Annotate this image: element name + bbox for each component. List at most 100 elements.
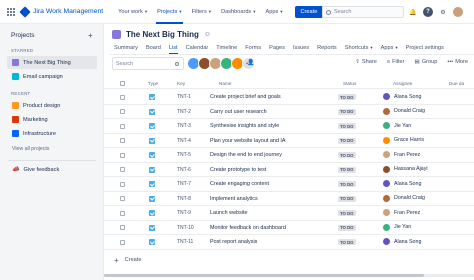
assignee[interactable]: Grace Harris [383,136,424,144]
status-badge[interactable]: TO DO [338,195,356,202]
tab-reports[interactable]: Reports [313,42,341,53]
issue-summary[interactable]: Create engaging content [210,181,269,187]
tab-project-settings[interactable]: Project settings [402,42,448,53]
assignee[interactable]: Alana Song [383,93,421,100]
sidebar-item-marketing[interactable]: Marketing [7,113,97,126]
help-icon[interactable]: ? [423,7,433,17]
table-row[interactable]: TNT-10 Monitor feedback on dashboard TO DO… [104,221,474,235]
tab-list[interactable]: List [165,42,182,54]
table-row[interactable]: TNT-1 Create project brief and goals TO DO… [104,90,474,105]
people-icon[interactable]: ⚇ [205,32,210,38]
table-row[interactable]: TNT-4 Plan your website layout and IA TO D… [104,134,474,148]
assignee[interactable]: Fran Perez [383,209,420,216]
assignee[interactable]: Fran Perez [383,151,420,158]
sidebar-item-infrastructure[interactable]: Infrastructure [7,127,97,140]
row-checkbox[interactable] [120,109,125,114]
give-feedback-button[interactable]: 📣 Give feedback [7,163,97,176]
issue-summary[interactable]: Launch website [210,210,247,216]
sidebar-item-product-design[interactable]: Product design [7,99,97,112]
status-badge[interactable]: TO DO [338,224,356,231]
select-all-checkbox[interactable] [120,81,125,86]
add-project-icon[interactable]: + [88,31,93,40]
filter-button[interactable]: ≡ Filter [387,59,405,65]
horizontal-scrollbar[interactable] [104,274,474,277]
table-row[interactable]: TNT-6 Create prototype to test TO DO Hassan… [104,163,474,177]
issue-key[interactable]: TNT-7 [177,181,191,187]
notifications-bell-icon[interactable]: 🔔 [408,7,418,17]
assignee[interactable]: Donald Craig [383,194,425,202]
issue-key[interactable]: TNT-11 [177,239,193,245]
tab-apps[interactable]: Apps ▾ [377,42,402,53]
row-checkbox[interactable] [120,225,125,230]
status-badge[interactable]: TO DO [338,123,356,129]
nav-apps[interactable]: Apps ▾ [261,0,288,24]
profile-avatar[interactable] [453,7,463,17]
row-checkbox[interactable] [120,152,125,158]
assignee[interactable]: Donald Craig [383,107,425,115]
column-status[interactable]: Status [343,81,356,86]
status-badge[interactable]: TO DO [338,94,356,100]
column-assignee[interactable]: Assignee [393,81,412,86]
row-checkbox[interactable] [120,123,125,129]
row-checkbox[interactable] [120,239,125,245]
status-badge[interactable]: TO DO [338,166,356,173]
create-button[interactable]: Create [294,5,324,18]
row-checkbox[interactable] [120,94,125,100]
assignee[interactable]: Alana Song [383,238,421,245]
issue-key[interactable]: TNT-2 [177,109,191,115]
list-search-input[interactable]: Search [112,57,184,70]
row-checkbox[interactable] [120,138,125,143]
status-badge[interactable]: TO DO [338,210,356,216]
table-row[interactable]: TNT-8 Implement analytics TO DO Donald Crai… [104,192,474,206]
assignee[interactable]: Hassana Ajayi [383,165,428,173]
issue-summary[interactable]: Design the end to end journey [210,152,282,158]
tab-timeline[interactable]: Timeline [212,42,241,53]
issue-key[interactable]: TNT-8 [177,196,191,202]
issue-summary[interactable]: Implement analytics [210,196,258,202]
row-checkbox[interactable] [120,167,125,172]
table-row[interactable]: TNT-2 Carry out user research TO DO Donald … [104,105,474,119]
table-row[interactable]: TNT-5 Design the end to end journey TO DO F… [104,148,474,163]
tab-calendar[interactable]: Calendar [182,42,213,53]
tab-forms[interactable]: Forms [241,42,265,53]
tab-pages[interactable]: Pages [265,42,289,53]
status-badge[interactable]: TO DO [338,181,356,187]
view-all-projects-link[interactable]: View all projects [12,146,49,152]
issue-key[interactable]: TNT-3 [177,123,191,129]
assignee[interactable]: Alana Song [383,180,421,187]
row-checkbox[interactable] [120,196,125,201]
create-issue-row[interactable]: + Create [104,253,474,267]
column-summary[interactable]: Name [219,81,232,86]
issue-key[interactable]: TNT-6 [177,167,191,173]
issue-summary[interactable]: Create prototype to test [210,167,266,173]
sidebar-item-email-campaign[interactable]: Email campaign [7,70,97,83]
status-badge[interactable]: TO DO [338,239,356,245]
nav-your-work[interactable]: Your work ▾ [113,0,152,24]
issue-summary[interactable]: Plan your website layout and IA [210,138,286,144]
tab-issues[interactable]: Issues [289,42,313,53]
sidebar-item-the-next-big-thing[interactable]: The Next Big Thing [7,56,97,69]
more-button[interactable]: ••• More [447,59,468,65]
issue-summary[interactable]: Create project brief and goals [210,94,281,100]
table-row[interactable]: TNT-3 Synthesise insights and style TO DO J… [104,119,474,134]
share-button[interactable]: ⇪ Share [355,59,377,65]
issue-key[interactable]: TNT-9 [177,210,191,216]
add-people-icon[interactable]: 👤 [247,59,254,66]
tab-summary[interactable]: Summary [110,42,142,53]
issue-summary[interactable]: Synthesise insights and style [210,123,279,129]
column-type[interactable]: Type [148,81,158,86]
scrollbar-thumb[interactable] [104,274,424,277]
status-badge[interactable]: TO DO [338,108,356,115]
issue-key[interactable]: TNT-1 [177,94,191,100]
column-due-date[interactable]: Due da [449,81,464,86]
issue-summary[interactable]: Monitor feedback on dashboard [210,225,286,231]
issue-key[interactable]: TNT-10 [177,225,194,231]
issue-summary[interactable]: Post report analysis [210,239,257,245]
issue-key[interactable]: TNT-5 [177,152,191,158]
assignee[interactable]: Jie Yan [383,122,411,129]
table-row[interactable]: TNT-11 Post report analysis TO DO Alana Son… [104,235,474,250]
row-checkbox[interactable] [120,181,125,187]
row-checkbox[interactable] [120,210,125,216]
app-switcher-icon[interactable] [7,7,15,16]
tab-board[interactable]: Board [142,42,165,53]
